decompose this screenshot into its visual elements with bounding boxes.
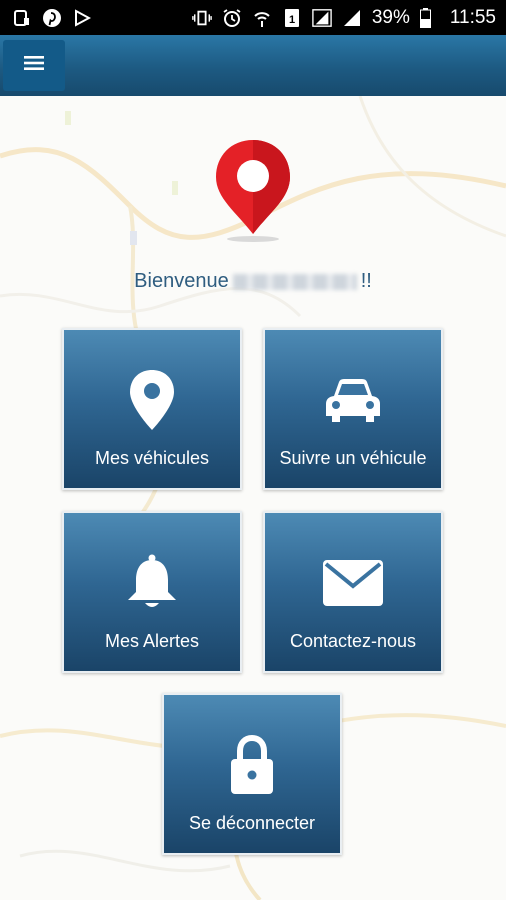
hamburger-menu-icon [24,56,44,75]
status-bar-right: 1 39% 11:55 [192,7,496,29]
tile-label: Mes Alertes [104,631,200,651]
signal-icon [312,8,332,28]
sim-icon: 1 [282,8,302,28]
tile-contactez-nous[interactable]: Contactez-nous [263,511,443,673]
status-bar: 1 39% 11:55 [0,0,506,35]
welcome-prefix: Bienvenue [134,270,229,292]
app-logo-pin [214,138,292,244]
app-bar [0,35,506,96]
welcome-suffix: !! [360,270,372,292]
tile-mes-alertes[interactable]: Mes Alertes [62,511,242,673]
notification-icon [12,8,32,28]
status-bar-left [12,8,92,28]
envelope-icon [265,551,441,615]
tile-label: Suivre un véhicule [279,448,427,468]
play-store-icon [72,8,92,28]
car-icon [265,368,441,432]
pinterest-icon [42,8,62,28]
battery-percent: 39% [371,6,410,28]
alarm-icon [222,8,242,28]
tile-se-deconnecter[interactable]: Se déconnecter [162,693,342,855]
lock-icon [164,733,340,797]
tile-label: Mes véhicules [94,448,210,468]
tile-label: Se déconnecter [188,813,316,833]
welcome-message: Bienvenue!! [0,270,506,293]
vibrate-icon [192,8,212,28]
signal-icon [342,8,362,28]
tile-mes-vehicules[interactable]: Mes véhicules [62,328,242,490]
location-pin-icon [64,368,240,432]
svg-text:1: 1 [289,14,295,26]
clock: 11:55 [449,6,496,28]
menu-button[interactable] [3,40,65,91]
tile-suivre-vehicule[interactable]: Suivre un véhicule [263,328,443,490]
blurred-username [232,273,357,290]
battery-icon [420,7,432,28]
tile-label: Contactez-nous [289,631,417,651]
hotspot-icon [252,8,272,28]
bell-icon [64,551,240,615]
